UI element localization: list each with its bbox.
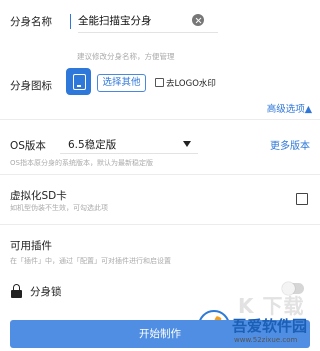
input-underline xyxy=(78,32,218,33)
os-version-select[interactable]: 6.5稳定版 xyxy=(68,137,116,152)
lock-icon xyxy=(11,284,22,298)
start-button[interactable]: 开始制作 xyxy=(10,320,310,348)
divider xyxy=(0,224,320,225)
clone-name-input[interactable]: 全能扫描宝分身 xyxy=(78,13,152,28)
os-version-hint: OS指本原分身的系统版本，默认为最新稳定版 xyxy=(10,159,153,167)
watermark-ghost-text: K 下载 xyxy=(238,294,305,318)
clone-icon-label: 分身图标 xyxy=(10,80,52,92)
divider xyxy=(0,174,320,175)
clear-icon[interactable] xyxy=(192,14,204,26)
clone-lock-label: 分身锁 xyxy=(30,286,62,298)
advanced-options-toggle[interactable]: 高级选项▲ xyxy=(267,101,312,115)
virtual-sd-checkbox[interactable] xyxy=(296,193,308,205)
divider xyxy=(0,119,320,120)
os-version-label: OS版本 xyxy=(10,140,46,152)
plugins-label: 可用插件 xyxy=(10,240,52,252)
text-cursor xyxy=(70,14,71,29)
virtual-sd-hint: 如机型伪装不生效，可勾选此项 xyxy=(10,204,108,212)
clone-name-label: 分身名称 xyxy=(10,16,52,28)
plugins-hint: 在「插件」中，通过「配置」可对插件进行和启设置 xyxy=(10,257,171,265)
clone-name-row: 分身名称 全能扫描宝分身 建议修改分身名称，方便管理 xyxy=(10,11,310,61)
virtual-sd-label: 虚拟化SD卡 xyxy=(10,190,67,202)
choose-other-button[interactable]: 选择其他 xyxy=(97,74,146,92)
remove-logo-checkbox[interactable] xyxy=(155,78,164,87)
remove-logo-label[interactable]: 去LOGO水印 xyxy=(166,77,216,89)
clone-name-hint: 建议修改分身名称，方便管理 xyxy=(77,52,175,61)
more-versions-link[interactable]: 更多版本 xyxy=(270,137,310,152)
app-icon xyxy=(66,68,91,95)
select-underline xyxy=(60,153,198,154)
dropdown-arrow-icon[interactable] xyxy=(183,141,191,147)
